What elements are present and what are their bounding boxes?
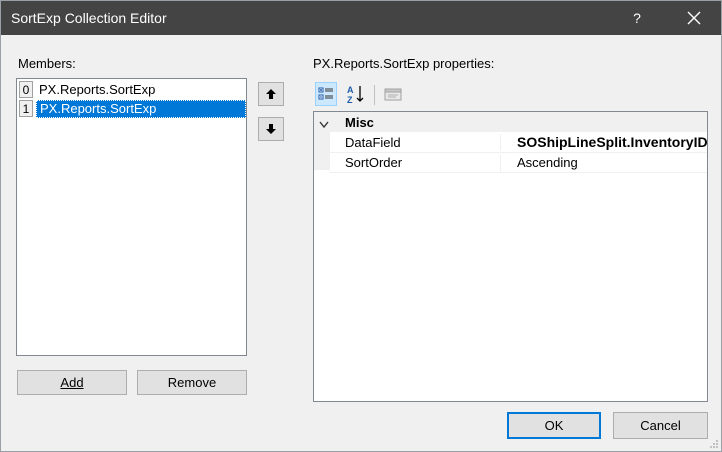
category-label: Misc [345,115,374,130]
help-button[interactable]: ? [611,1,663,35]
properties-label: PX.Reports.SortExp properties: [313,56,495,71]
add-button-label: Add [60,375,84,390]
arrow-up-icon [266,89,276,99]
categorized-icon [318,87,333,100]
list-item[interactable]: 0 PX.Reports.SortExp [19,81,246,99]
item-index: 1 [19,100,33,117]
move-up-button[interactable] [258,82,284,106]
members-list[interactable]: 0 PX.Reports.SortExp 1 PX.Reports.SortEx… [16,78,247,356]
members-label: Members: [18,56,76,71]
alphabetical-button[interactable]: A Z [345,82,367,106]
property-name: DataField [345,135,401,150]
property-value[interactable]: SOShipLineSplit.InventoryID [500,134,722,151]
sort-alpha-icon: A Z [347,85,364,104]
category-row[interactable]: Misc [314,112,707,132]
property-row[interactable]: DataField SOShipLineSplit.InventoryID [330,133,708,153]
cancel-button-label: Cancel [640,418,681,433]
ok-button-label: OK [544,418,564,433]
arrow-down-icon [266,124,276,134]
categorized-button[interactable] [315,82,337,106]
toolbar-separator [374,85,375,105]
close-button[interactable] [667,1,721,35]
remove-button-label: Remove [167,375,217,390]
property-row[interactable]: SortOrder Ascending [330,153,707,173]
item-text: PX.Reports.SortExp [36,100,246,118]
grid-margin [314,132,330,170]
svg-text:Z: Z [347,95,353,104]
add-button[interactable]: Add [17,370,127,395]
collection-editor-dialog: SortExp Collection Editor ? Members: 0 P… [0,0,722,452]
property-pages-icon [384,88,402,101]
close-icon [687,11,701,25]
cancel-button[interactable]: Cancel [613,412,708,439]
list-item-selected[interactable]: 1 PX.Reports.SortExp [19,100,246,118]
move-down-button[interactable] [258,117,284,141]
remove-button[interactable]: Remove [137,370,247,395]
item-index: 0 [19,81,33,98]
window-title: SortExp Collection Editor [11,10,167,26]
property-value[interactable]: Ascending [500,155,722,172]
chevron-down-icon[interactable] [319,117,329,132]
resize-grip-icon[interactable] [709,439,719,449]
svg-text:A: A [347,85,354,95]
property-name: SortOrder [345,155,403,170]
property-pages-button[interactable] [382,82,404,106]
title-bar: SortExp Collection Editor ? [1,1,721,35]
item-text: PX.Reports.SortExp [39,82,156,97]
ok-button[interactable]: OK [507,412,601,439]
property-grid[interactable]: Misc DataField SOShipLineSplit.Inventory… [313,111,708,402]
